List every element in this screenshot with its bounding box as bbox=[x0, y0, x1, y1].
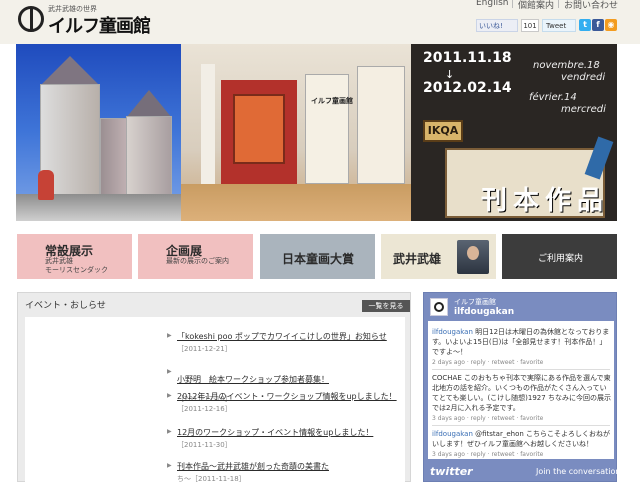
tweet: COCHAE このおもちゃ刊本で実際にある作品を選んで東北地方の話を紹介。いくつ… bbox=[432, 373, 612, 424]
bullet-icon: ▶ bbox=[167, 462, 172, 469]
floor bbox=[181, 184, 411, 221]
twitter-icon[interactable]: t bbox=[579, 19, 591, 31]
start-day-fr: vendredi bbox=[561, 72, 606, 83]
news-link[interactable]: 12月のワークショップ・イベント情報をupしました！ bbox=[177, 427, 387, 438]
gallery-photo: イルフ童画館 bbox=[181, 44, 411, 221]
roof-shape bbox=[126, 90, 172, 118]
join-conversation-link[interactable]: Join the conversation bbox=[536, 467, 620, 476]
list-item[interactable]: ▶ 12月のワークショップ・イベント情報をupしました！ ［2011-11-30… bbox=[167, 427, 387, 450]
hero-banner[interactable]: イルフ童画館 2011.11.18 ↓ 2012.02.14 novembre.… bbox=[16, 44, 617, 221]
bullet-icon: ▶ bbox=[167, 368, 172, 375]
artwork-panel bbox=[233, 94, 285, 164]
news-link[interactable]: 刊本作品～武井武雄が創った奇蹟の美書た bbox=[177, 461, 387, 472]
start-month-fr: novembre.18 bbox=[533, 60, 600, 71]
list-item[interactable]: ▶ 刊本作品～武井武雄が創った奇蹟の美書た ち～［2011-11-18］ bbox=[167, 461, 387, 482]
tweet: ilfdougakan @fitstar_ehon こちらこそよろしくおねがいし… bbox=[432, 429, 612, 460]
exhibit-panel bbox=[357, 66, 405, 184]
bullet-icon: ▶ bbox=[167, 392, 172, 399]
twitter-logo[interactable]: twitter bbox=[430, 465, 473, 478]
divider bbox=[558, 0, 559, 8]
tweet-list: ilfdougakan 明日12日は木曜日の為休館となっております。いよいよ15… bbox=[428, 321, 614, 459]
pillar bbox=[201, 64, 215, 194]
widget-footer: twitter Join the conversation bbox=[424, 461, 620, 482]
author-face bbox=[467, 246, 479, 260]
exhibit-sign: イルフ童画館 bbox=[311, 97, 353, 105]
facebook-icon[interactable]: f bbox=[592, 19, 604, 31]
museum-building-photo bbox=[16, 44, 181, 221]
news-date: ［2011-12-21］ bbox=[177, 345, 232, 353]
tweet-user[interactable]: ilfdougakan bbox=[432, 328, 473, 336]
nav-subtitle: 武井武雄 モーリスセンダック bbox=[45, 257, 108, 274]
news-panel: イベント・おしらせ 一覧を見る ▶ 「kokeshi poo ポップでカワイイこ… bbox=[17, 292, 411, 482]
bullet-icon: ▶ bbox=[167, 428, 172, 435]
nav-takei-takeo[interactable]: 武井武雄 bbox=[381, 234, 496, 279]
exhibit-panel bbox=[305, 74, 349, 184]
exhibition-poster: 2011.11.18 ↓ 2012.02.14 novembre.18 vend… bbox=[411, 44, 617, 221]
avatar[interactable] bbox=[430, 298, 448, 316]
ikqa-sign: IKQA bbox=[423, 120, 463, 142]
logo-mark-icon bbox=[434, 302, 444, 312]
nav-title: 武井武雄 bbox=[393, 252, 442, 266]
exhibition-end-date: 2012.02.14 bbox=[423, 80, 512, 96]
tweet-meta[interactable]: 3 days ago · reply · retweet · favorite bbox=[432, 450, 612, 460]
account-handle[interactable]: ilfdougakan bbox=[454, 307, 514, 317]
list-item[interactable]: ▶ 2012年1月のイベント・ワークショップ情報をupしました！ ［2011-1… bbox=[167, 391, 397, 414]
end-month-fr: février.14 bbox=[529, 92, 577, 103]
see-all-button[interactable]: 一覧を見る bbox=[362, 300, 410, 312]
link-contact[interactable]: お問い合わせ bbox=[564, 0, 618, 11]
exhibition-start-date: 2011.11.18 bbox=[423, 50, 512, 66]
rss-icon[interactable]: ◉ bbox=[605, 19, 617, 31]
link-museum-info[interactable]: 個館案内 bbox=[518, 0, 554, 11]
news-link[interactable]: 小野明 絵本ワークショップ参加者募集！ bbox=[177, 375, 329, 384]
widget-header: イルフ童画館 ilfdougakan bbox=[424, 293, 618, 321]
nav-title: 日本童画大賞 bbox=[282, 252, 355, 266]
nav-permanent-exhibition[interactable]: 常設展示 武井武雄 モーリスセンダック bbox=[17, 234, 132, 279]
tweet: ilfdougakan 明日12日は木曜日の為休館となっております。いよいよ15… bbox=[432, 327, 612, 368]
like-label: いいね! bbox=[479, 22, 503, 30]
divider bbox=[432, 369, 610, 370]
divider bbox=[432, 425, 610, 426]
tweet-meta[interactable]: 2 days ago · reply · retweet · favorite bbox=[432, 358, 612, 368]
news-date: ［2011-12-16］ bbox=[177, 405, 232, 413]
roof-shape bbox=[40, 56, 100, 86]
nav-title: ご利用案内 bbox=[538, 254, 584, 264]
tweet-button[interactable]: Tweet bbox=[542, 19, 576, 32]
building-block bbox=[126, 116, 172, 200]
news-link[interactable]: 2012年1月のイベント・ワークショップ情報をupしました！ bbox=[177, 391, 397, 402]
tweet-label: Tweet bbox=[546, 22, 567, 30]
tweet-user[interactable]: ilfdougakan bbox=[432, 430, 473, 438]
site-logo[interactable]: イルフ童画館 bbox=[48, 12, 151, 38]
news-heading: イベント・おしらせ bbox=[25, 301, 106, 311]
news-link[interactable]: 「kokeshi poo ポップでカワイイこけしの世界」お知らせ bbox=[177, 331, 387, 342]
news-date: ち～［2011-11-18］ bbox=[177, 475, 246, 482]
bullet-icon: ▶ bbox=[167, 332, 172, 339]
exhibition-title: 刊本作品 bbox=[481, 186, 610, 216]
news-date: ［2011-11-30］ bbox=[177, 441, 232, 449]
facebook-like-button[interactable]: いいね! bbox=[476, 19, 518, 32]
tweet-meta[interactable]: 3 days ago · reply · retweet · favorite bbox=[432, 414, 612, 424]
tweet-text: COCHAE このおもちゃ刊本で実際にある作品を選んで東北地方の話を紹介。いくつ… bbox=[432, 374, 611, 412]
list-item[interactable]: ▶ 「kokeshi poo ポップでカワイイこけしの世界」お知らせ ［2011… bbox=[167, 331, 387, 354]
news-list: ▶ 「kokeshi poo ポップでカワイイこけしの世界」お知らせ ［2011… bbox=[25, 317, 405, 482]
nav-special-exhibition[interactable]: 企画展 最新の展示のご案内 bbox=[138, 234, 253, 279]
nav-subtitle: 最新の展示のご案内 bbox=[166, 257, 229, 265]
site-header: 武井武雄の世界 イルフ童画館 English 個館案内 お問い合わせ いいね! … bbox=[0, 0, 640, 44]
statue bbox=[38, 170, 54, 200]
nav-picture-book-award[interactable]: 日本童画大賞 bbox=[260, 234, 375, 279]
like-count: 101 bbox=[521, 19, 539, 32]
twitter-widget: イルフ童画館 ilfdougakan ilfdougakan 明日12日は木曜日… bbox=[423, 292, 620, 482]
nav-visitor-guide[interactable]: ご利用案内 bbox=[502, 234, 617, 279]
divider bbox=[512, 0, 513, 8]
logo-mark-icon[interactable] bbox=[18, 6, 44, 32]
link-english[interactable]: English bbox=[476, 0, 509, 8]
end-day-fr: mercredi bbox=[561, 104, 606, 115]
account-name: イルフ童画館 bbox=[454, 298, 496, 306]
